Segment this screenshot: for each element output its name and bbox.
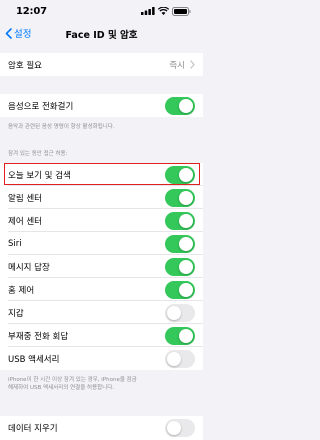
nav-bar: 설정 Face ID 및 암호 [0,22,203,46]
toggle-knob [179,282,193,297]
chevron-right-icon [190,60,195,69]
wifi-icon [158,7,169,15]
signal-icon [141,7,155,15]
highlight-box [4,163,200,185]
home-control-toggle[interactable] [165,280,195,299]
lock-access-row: 제어 센터 [0,209,203,232]
usb-accessories-toggle[interactable] [165,349,195,368]
toggle-knob [179,98,193,113]
usb-accessories-footnote: iPhone이 한 시간 이상 잠겨 있는 경우, iPhone을 잠금 해제하… [8,376,195,392]
status-bar: 12:07 [0,0,203,22]
lock-access-row: 알림 센터 [0,186,203,209]
require-passcode-row[interactable]: 암호 필요 즉시 [0,53,203,76]
control-center-toggle[interactable] [165,211,195,230]
erase-data-row: 데이터 지우기 [0,416,203,439]
voice-dial-label: 음성으로 전화걸기 [8,101,74,112]
lock-access-row: Siri [0,232,203,255]
voice-dial-toggle[interactable] [165,96,195,115]
chevron-left-icon [5,27,12,39]
toggle-knob [179,328,193,343]
wallet-toggle[interactable] [165,303,195,322]
erase-data-group: 데이터 지우기 [0,416,203,440]
lock-access-label: 알림 센터 [8,193,42,204]
require-passcode-label: 암호 필요 [8,60,42,71]
lock-access-label: USB 액세서리 [8,354,60,365]
status-icons [141,6,191,16]
return-missed-calls-toggle[interactable] [165,326,195,345]
back-button[interactable]: 설정 [5,26,31,40]
require-passcode-value: 즉시 [169,60,185,71]
toggle-knob [179,190,193,205]
lock-access-label: Siri [8,238,22,249]
back-button-label: 설정 [14,29,32,40]
toggle-knob [167,305,181,320]
usb-footnote-line-2: 해제하여 USB 액세서리의 연결을 허용합니다. [8,385,115,391]
status-time: 12:07 [16,5,47,17]
lock-access-label: 제어 센터 [8,216,42,227]
erase-data-toggle[interactable] [165,419,195,437]
passcode-group: 암호 필요 즉시 [0,53,203,76]
reply-with-message-toggle[interactable] [165,257,195,276]
lock-access-row: 부재중 전화 회답 [0,324,203,347]
notification-center-toggle[interactable] [165,188,195,207]
lock-access-row: 홈 제어 [0,278,203,301]
toggle-knob [179,213,193,228]
lock-access-label: 부재중 전화 회답 [8,331,69,342]
page-title: Face ID 및 암호 [65,30,138,41]
erase-data-label: 데이터 지우기 [8,423,58,434]
voice-dial-footnote: 음악과 관련된 음성 명령이 항상 활성화됩니다. [8,124,115,130]
lock-access-row: USB 액세서리 [0,347,203,370]
lock-access-label: 홈 제어 [8,285,35,296]
usb-footnote-line-1: iPhone이 한 시간 이상 잠겨 있는 경우, iPhone을 잠금 [8,377,137,383]
lock-access-group: 오늘 보기 및 검색 알림 센터 제어 센터 Siri 메시지 답장 홈 제어 … [0,163,203,370]
lock-access-row: 메시지 답장 [0,255,203,278]
battery-icon [172,6,191,16]
lock-access-header: 잠겨 있는 동안 접근 허용: [8,151,68,157]
lock-access-label: 메시지 답장 [8,262,50,273]
toggle-knob [179,236,193,251]
lock-access-label: 지갑 [8,308,24,319]
lock-access-row: 지갑 [0,301,203,324]
siri-toggle[interactable] [165,234,195,253]
toggle-knob [167,421,181,435]
voice-dial-row: 음성으로 전화걸기 [0,94,203,117]
voice-dial-group: 음성으로 전화걸기 [0,94,203,117]
toggle-knob [179,259,193,274]
toggle-knob [167,351,181,366]
